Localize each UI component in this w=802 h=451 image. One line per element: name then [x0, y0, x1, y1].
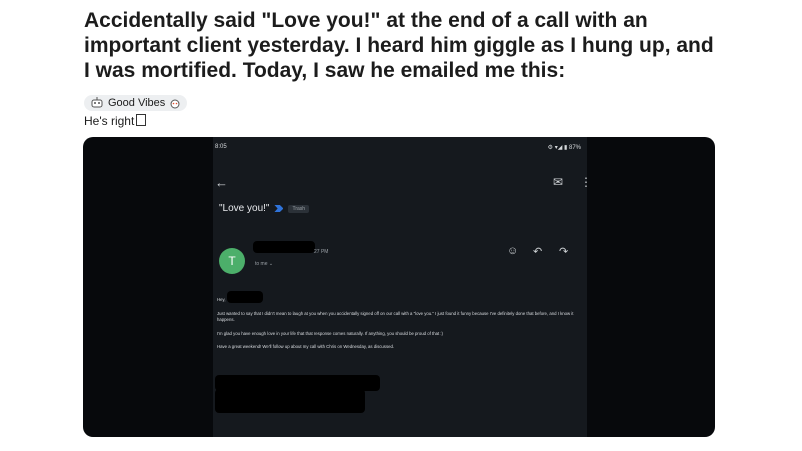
label-chip[interactable]: Trash: [288, 204, 310, 213]
battery-level: 87%: [568, 145, 581, 151]
flair-label: Good Vibes: [108, 97, 166, 109]
arrow-left-icon[interactable]: ←: [215, 175, 228, 190]
email-subject: "Love you!" Trash: [219, 203, 310, 214]
robot-icon: [91, 97, 103, 108]
post-body: He's right: [84, 114, 147, 128]
reply-icon[interactable]: ↶: [533, 245, 542, 258]
status-icons: ⚙ ▾◢ ▮ 87%: [547, 145, 581, 151]
status-time: 8:05: [215, 144, 227, 150]
forward-icon[interactable]: ↷: [559, 245, 568, 258]
avatar[interactable]: T: [219, 248, 245, 274]
redacted-sender: [253, 241, 315, 253]
recipient-line[interactable]: to me ⌄: [255, 261, 273, 267]
redacted-name: [227, 291, 263, 303]
post-body-text: He's right: [84, 114, 135, 128]
post-title[interactable]: Accidentally said "Love you!" at the end…: [84, 8, 724, 83]
email-paragraph-3: Have a great weekend! We'll follow up ab…: [217, 344, 395, 349]
email-paragraph-1: Just wanted to say that I didn't mean to…: [217, 311, 574, 322]
chevron-down-icon: ⌄: [268, 261, 274, 267]
email-greeting: Hey,: [217, 297, 226, 302]
redacted-signature: [215, 389, 365, 413]
subject-text: "Love you!": [219, 203, 270, 214]
importance-icon: [274, 205, 284, 212]
post-image[interactable]: 8:05 ⚙ ▾◢ ▮ 87% ← ✉ ⋮ "Love you!" Trash …: [83, 137, 715, 437]
more-vert-icon[interactable]: ⋮: [580, 175, 592, 189]
recipient-text: to me: [255, 261, 268, 267]
missing-glyph-icon: [136, 114, 147, 126]
phone-screenshot: 8:05 ⚙ ▾◢ ▮ 87% ← ✉ ⋮ "Love you!" Trash …: [213, 137, 592, 437]
email-timestamp: 27 PM: [314, 249, 329, 255]
emoji-icon[interactable]: ☺: [507, 245, 518, 257]
email-paragraph-2: I'm glad you have enough love in your li…: [217, 331, 443, 336]
post-flair[interactable]: Good Vibes: [84, 95, 188, 111]
snoo-icon: [170, 99, 180, 109]
mail-icon[interactable]: ✉: [553, 175, 563, 189]
